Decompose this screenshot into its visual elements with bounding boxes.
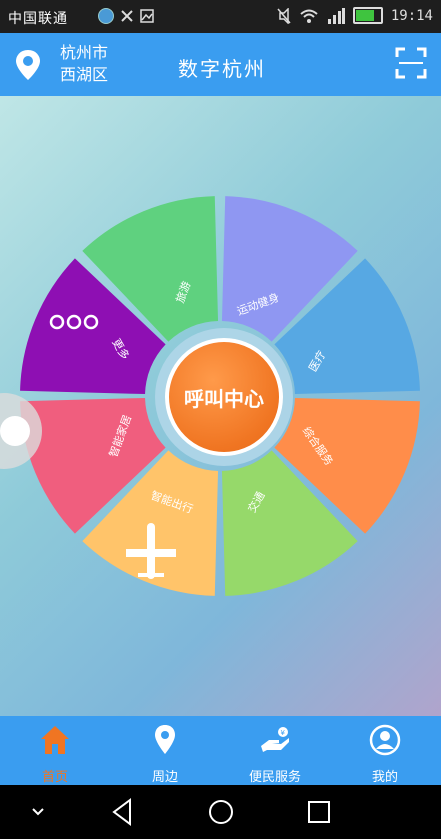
status-left-icons	[98, 8, 154, 24]
tab-services[interactable]: ¥ 便民服务	[220, 716, 330, 785]
tab-label-services: 便民服务	[248, 770, 301, 785]
tab-label-mine: 我的	[371, 770, 398, 785]
tab-mine[interactable]: 我的	[330, 716, 440, 785]
tab-nearby[interactable]: 周边	[110, 716, 220, 785]
signal-icon	[327, 7, 345, 24]
globe-icon	[98, 8, 114, 24]
carrier-name: 中国联通	[8, 11, 68, 27]
back-icon[interactable]	[110, 797, 134, 827]
scan-icon[interactable]	[395, 47, 427, 79]
ellipsis-icon	[49, 314, 99, 330]
city-selector[interactable]: 杭州市 西湖区	[60, 42, 108, 86]
home-icon	[41, 726, 69, 754]
wifi-icon	[300, 9, 318, 23]
image-icon	[140, 9, 154, 23]
recents-icon[interactable]	[307, 797, 331, 827]
page-title: 数字杭州	[178, 57, 266, 81]
mute-icon	[277, 7, 291, 24]
location-pin-icon[interactable]	[14, 49, 42, 81]
city-name: 杭州市	[60, 43, 109, 62]
usb-icon	[121, 10, 133, 22]
call-center-button[interactable]: 呼叫中心	[165, 338, 283, 456]
battery-icon	[352, 7, 383, 24]
app-screen: 中国联通 19:14 杭州市 西湖区 数字杭州 旅游 运动健身 医疗 综合服务 …	[0, 0, 441, 839]
drawer-knob	[0, 416, 30, 446]
app-header: 杭州市 西湖区 数字杭州	[0, 33, 441, 96]
airplane-icon	[126, 523, 176, 579]
district-name: 西湖区	[60, 65, 109, 84]
user-icon	[369, 724, 401, 756]
chevron-down-icon[interactable]	[30, 797, 46, 827]
status-bar: 中国联通 19:14	[0, 0, 441, 33]
system-nav-bar	[0, 785, 441, 839]
bottom-tab-bar: 首页 周边 ¥ 便民服务 我的	[0, 716, 441, 785]
location-pin-icon	[155, 725, 175, 754]
tab-home[interactable]: 首页	[0, 716, 110, 785]
tab-label-home: 首页	[41, 770, 68, 785]
service-hand-icon: ¥	[261, 727, 289, 752]
clock: 19:14	[390, 7, 433, 24]
home-nav-icon[interactable]	[206, 797, 236, 827]
tab-label-nearby: 周边	[151, 770, 178, 785]
main-content: 旅游 运动健身 医疗 综合服务 交通 智能出行 智能家居 更多 呼叫中心	[0, 96, 441, 716]
status-right-icons: 19:14	[277, 7, 433, 24]
svg-text:¥: ¥	[281, 729, 286, 737]
